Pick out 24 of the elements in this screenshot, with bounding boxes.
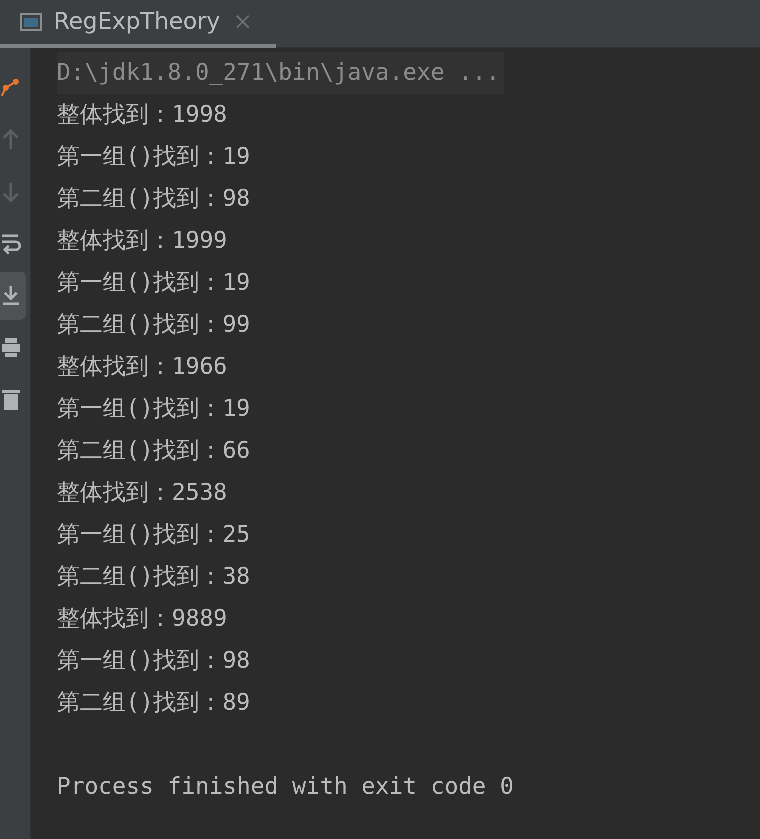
wrap-icon bbox=[0, 232, 22, 256]
output-line: 整体找到：9889 bbox=[57, 605, 228, 634]
output-line: 第一组()找到：19 bbox=[57, 395, 250, 424]
output-line: 整体找到：1966 bbox=[57, 353, 228, 382]
down-arrow-icon bbox=[0, 180, 22, 204]
scroll-to-end-icon bbox=[0, 284, 22, 308]
output-line: 第二组()找到：66 bbox=[57, 437, 250, 466]
output-line: 整体找到：1999 bbox=[57, 227, 228, 256]
output-line: 第二组()找到：38 bbox=[57, 563, 250, 592]
window-icon bbox=[20, 13, 42, 31]
output-line: 第一组()找到：25 bbox=[57, 521, 250, 550]
output-line: 整体找到：1998 bbox=[57, 101, 228, 130]
output-line: 第二组()找到：89 bbox=[57, 689, 250, 718]
exit-message: Process finished with exit code 0 bbox=[57, 773, 514, 802]
output-line: 第一组()找到：19 bbox=[57, 269, 250, 298]
trash-icon bbox=[0, 388, 22, 412]
close-icon[interactable] bbox=[236, 15, 250, 29]
output-line: 第一组()找到：98 bbox=[57, 647, 250, 676]
output-line: 第二组()找到：99 bbox=[57, 311, 250, 340]
output-line: 第一组()找到：19 bbox=[57, 143, 250, 172]
printer-icon bbox=[0, 336, 22, 360]
output-line: 整体找到：2538 bbox=[57, 479, 228, 508]
toolbar-button[interactable] bbox=[0, 272, 26, 320]
output-line: 第二组()找到：98 bbox=[57, 185, 250, 214]
